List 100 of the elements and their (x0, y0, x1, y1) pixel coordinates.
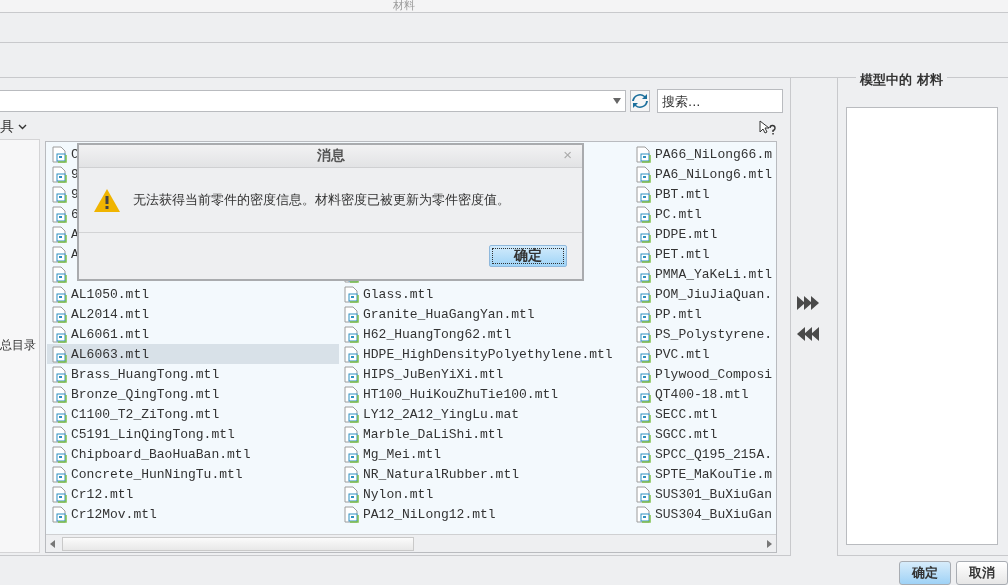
file-icon (52, 285, 67, 303)
file-item[interactable]: Plywood_Composi (631, 364, 777, 384)
file-item[interactable]: PMMA_YaKeLi.mtl (631, 264, 777, 284)
file-item[interactable]: H62_HuangTong62.mtl (339, 324, 631, 344)
file-icon (52, 465, 67, 483)
file-item[interactable]: HIPS_JuBenYiXi.mtl (339, 364, 631, 384)
move-right-icon (797, 296, 820, 310)
file-item[interactable]: PA12_NiLong12.mtl (339, 504, 631, 524)
file-icon (344, 285, 359, 303)
file-item[interactable]: Concrete_HunNingTu.mtl (47, 464, 339, 484)
file-item[interactable]: Granite_HuaGangYan.mtl (339, 304, 631, 324)
file-icon (636, 385, 651, 403)
file-icon (52, 205, 67, 223)
tools-menu[interactable]: 具 (0, 118, 27, 136)
file-item[interactable]: POM_JiuJiaQuan. (631, 284, 777, 304)
file-icon (636, 445, 651, 463)
group-title: 模型中的 材料 (856, 71, 947, 89)
file-item[interactable]: LY12_2A12_YingLu.mat (339, 404, 631, 424)
file-icon (636, 185, 651, 203)
file-icon (52, 345, 67, 363)
file-icon (344, 365, 359, 383)
file-icon (636, 465, 651, 483)
search-field[interactable]: 搜索... (657, 89, 783, 113)
file-item[interactable]: Brass_HuangTong.mtl (47, 364, 339, 384)
file-item[interactable]: Bronze_QingTong.mtl (47, 384, 339, 404)
file-item[interactable]: Glass.mtl (339, 284, 631, 304)
dialog-title: 消息 (316, 147, 345, 165)
file-icon (636, 145, 651, 163)
file-item[interactable]: HT100_HuiKouZhuTie100.mtl (339, 384, 631, 404)
file-icon (636, 245, 651, 263)
file-item[interactable]: PBT.mtl (631, 184, 777, 204)
file-icon (636, 225, 651, 243)
file-item[interactable]: AL6063.mtl (47, 344, 339, 364)
refresh-button[interactable] (630, 90, 650, 112)
file-item[interactable]: Cr12.mtl (47, 484, 339, 504)
file-icon (636, 505, 651, 523)
add-button[interactable] (797, 296, 820, 310)
file-icon (344, 345, 359, 363)
file-icon (636, 365, 651, 383)
file-icon (636, 305, 651, 323)
file-icon (344, 385, 359, 403)
file-item[interactable]: QT400-18.mtl (631, 384, 777, 404)
file-icon (52, 445, 67, 463)
file-icon (52, 165, 67, 183)
file-item[interactable]: SGCC.mtl (631, 424, 777, 444)
file-item[interactable]: Mg_Mei.mtl (339, 444, 631, 464)
file-icon (636, 285, 651, 303)
move-left-icon (797, 327, 820, 341)
file-item[interactable]: PDPE.mtl (631, 224, 777, 244)
file-icon (344, 485, 359, 503)
file-item[interactable]: SECC.mtl (631, 404, 777, 424)
path-field[interactable] (0, 90, 626, 112)
file-item[interactable]: SPTE_MaKouTie.m (631, 464, 777, 484)
file-icon (52, 265, 67, 283)
file-item[interactable]: SUS304_BuXiuGan (631, 504, 777, 524)
file-item[interactable]: Marble_DaLiShi.mtl (339, 424, 631, 444)
file-item[interactable]: PP.mtl (631, 304, 777, 324)
file-icon (636, 325, 651, 343)
file-item[interactable]: PS_Polystyrene. (631, 324, 777, 344)
file-item[interactable]: C1100_T2_ZiTong.mtl (47, 404, 339, 424)
file-icon (636, 205, 651, 223)
ok-button[interactable]: 确定 (489, 245, 567, 267)
file-icon (52, 425, 67, 443)
file-item[interactable]: PA6_NiLong6.mtl (631, 164, 777, 184)
file-icon (52, 405, 67, 423)
dialog-message: 无法获得当前零件的密度信息。材料密度已被更新为零件密度值。 (133, 191, 510, 209)
file-item[interactable]: Nylon.mtl (339, 484, 631, 504)
file-item[interactable]: SPCC_Q195_215A. (631, 444, 777, 464)
chevron-down-icon (18, 124, 27, 130)
file-item[interactable]: AL6061.mtl (47, 324, 339, 344)
file-item[interactable]: C5191_LinQingTong.mtl (47, 424, 339, 444)
tree-item[interactable]: 总目录 (0, 336, 36, 354)
file-item[interactable]: SUS301_BuXiuGan (631, 484, 777, 504)
file-icon (344, 505, 359, 523)
file-item[interactable]: NR_NaturalRubber.mtl (339, 464, 631, 484)
file-item[interactable]: PVC.mtl (631, 344, 777, 364)
help-cursor-icon[interactable] (759, 119, 776, 135)
file-item[interactable]: PC.mtl (631, 204, 777, 224)
file-item[interactable]: PET.mtl (631, 244, 777, 264)
cancel-button[interactable]: 取消 (956, 561, 1008, 585)
file-icon (344, 465, 359, 483)
dropdown-icon (612, 98, 622, 104)
file-icon (52, 305, 67, 323)
horizontal-scrollbar[interactable] (46, 534, 776, 552)
file-item[interactable]: AL2014.mtl (47, 304, 339, 324)
remove-button[interactable] (797, 327, 820, 341)
file-icon (52, 485, 67, 503)
file-icon (636, 405, 651, 423)
file-icon (636, 425, 651, 443)
file-icon (344, 425, 359, 443)
file-icon (344, 305, 359, 323)
file-icon (636, 345, 651, 363)
file-item[interactable]: Cr12Mov.mtl (47, 504, 339, 524)
file-icon (52, 225, 67, 243)
file-icon (52, 145, 67, 163)
file-item[interactable]: Chipboard_BaoHuaBan.mtl (47, 444, 339, 464)
ok-button[interactable]: 确定 (899, 561, 951, 585)
file-item[interactable]: AL1050.mtl (47, 284, 339, 304)
file-item[interactable]: PA66_NiLong66.m (631, 144, 777, 164)
file-item[interactable]: HDPE_HighDensityPolyethylene.mtl (339, 344, 631, 364)
